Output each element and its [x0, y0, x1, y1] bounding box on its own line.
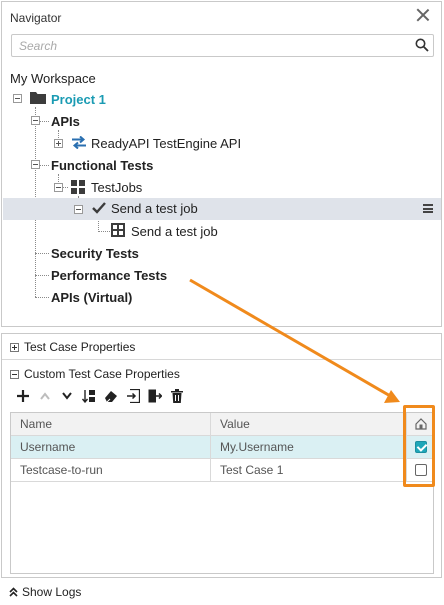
row-checkbox-unchecked[interactable]	[415, 464, 427, 476]
collapse-icon[interactable]	[10, 369, 19, 379]
table-row[interactable]: Testcase-to-run Test Case 1	[11, 459, 433, 482]
grid-icon	[71, 180, 85, 194]
move-down-icon[interactable]	[60, 389, 74, 403]
custom-properties-section[interactable]: Custom Test Case Properties	[10, 367, 180, 381]
collapse-toggle[interactable]	[54, 183, 63, 192]
collapse-toggle[interactable]	[31, 116, 40, 125]
show-logs-label: Show Logs	[22, 585, 82, 599]
search-box	[11, 34, 434, 57]
cell-checkbox	[407, 436, 435, 458]
menu-icon[interactable]	[423, 204, 433, 213]
properties-panel: Test Case Properties Custom Test Case Pr…	[1, 333, 442, 578]
home-icon	[415, 418, 427, 430]
folder-icon	[30, 92, 46, 104]
expand-icon[interactable]	[10, 342, 19, 352]
send-job-child-label: Send a test job	[131, 224, 218, 239]
tree-node-performance-tests[interactable]: Performance Tests	[51, 268, 167, 283]
testjobs-label: TestJobs	[91, 180, 143, 195]
sort-icon[interactable]	[82, 389, 96, 403]
table-header: Name Value	[11, 413, 433, 436]
column-header-name[interactable]: Name	[11, 413, 211, 435]
collapse-toggle[interactable]	[74, 205, 83, 214]
double-chevron-up-icon	[9, 587, 18, 597]
properties-toolbar	[16, 389, 184, 403]
trash-icon[interactable]	[170, 389, 184, 403]
expand-toggle[interactable]	[54, 139, 63, 148]
show-logs-button[interactable]: Show Logs	[9, 585, 81, 599]
workspace-title: My Workspace	[10, 71, 96, 86]
navigator-panel: Navigator My Workspace Project 1 APIs	[1, 1, 442, 327]
api-item-label: ReadyAPI TestEngine API	[91, 136, 242, 151]
section-title: Custom Test Case Properties	[24, 367, 180, 381]
functional-tests-label: Functional Tests	[51, 158, 154, 173]
column-header-value[interactable]: Value	[211, 413, 407, 435]
checkmark-icon	[92, 202, 106, 214]
tree-node-apis-virtual[interactable]: APIs (Virtual)	[51, 290, 132, 305]
row-checkbox-checked[interactable]	[415, 441, 427, 453]
properties-table: Name Value Username My.Username Testcase…	[10, 412, 434, 574]
cell-checkbox	[407, 459, 435, 481]
search-icon[interactable]	[415, 38, 429, 52]
search-input[interactable]	[12, 35, 392, 56]
close-icon[interactable]	[415, 7, 431, 23]
tree-node-security-tests[interactable]: Security Tests	[51, 246, 139, 261]
export-icon[interactable]	[148, 389, 162, 403]
table-row[interactable]: Username My.Username	[11, 436, 433, 459]
cell-value[interactable]: Test Case 1	[211, 459, 407, 481]
tree-node-send-job-selected[interactable]: Send a test job	[3, 198, 441, 220]
test-step-icon	[111, 223, 125, 237]
move-up-icon[interactable]	[38, 389, 52, 403]
collapse-toggle[interactable]	[31, 160, 40, 169]
api-exchange-icon	[72, 136, 86, 149]
test-case-properties-section[interactable]: Test Case Properties	[10, 340, 135, 354]
collapse-toggle[interactable]	[13, 94, 22, 103]
column-header-inherit[interactable]	[407, 413, 435, 435]
apis-label: APIs	[51, 114, 80, 129]
cell-value[interactable]: My.Username	[211, 436, 407, 458]
navigator-title: Navigator	[10, 11, 62, 25]
cell-name[interactable]: Username	[11, 436, 211, 458]
section-title: Test Case Properties	[24, 340, 136, 354]
import-icon[interactable]	[126, 389, 140, 403]
eraser-icon[interactable]	[104, 389, 118, 403]
send-job-label: Send a test job	[111, 201, 198, 216]
cell-name[interactable]: Testcase-to-run	[11, 459, 211, 481]
add-icon[interactable]	[16, 389, 30, 403]
project-label: Project 1	[51, 92, 106, 107]
